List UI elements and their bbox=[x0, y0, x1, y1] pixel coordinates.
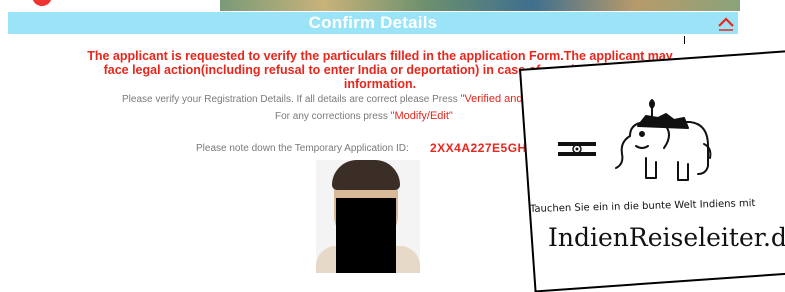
confirm-details-header: Confirm Details bbox=[8, 12, 738, 34]
applicant-photo bbox=[316, 160, 420, 273]
divider bbox=[684, 36, 685, 44]
redaction-box bbox=[336, 198, 396, 273]
chevron-up-icon[interactable] bbox=[716, 13, 736, 33]
overlay-brand: IndienReiseleiter.de bbox=[548, 223, 785, 252]
verify-instructions: Please verify your Registration Details.… bbox=[122, 93, 576, 105]
modify-edit-reference: "Modify/Edit" bbox=[390, 110, 453, 122]
corrections-instructions: For any corrections press "Modify/Edit" bbox=[275, 110, 453, 122]
page-title: Confirm Details bbox=[308, 13, 438, 32]
banner-image bbox=[220, 0, 740, 11]
eye-logo-icon bbox=[558, 142, 596, 156]
elephant-logo-icon bbox=[615, 99, 712, 181]
corrections-prefix: For any corrections press bbox=[275, 111, 388, 122]
verify-prefix: Please verify your Registration Details.… bbox=[122, 94, 458, 105]
temp-id-label: Please note down the Temporary Applicati… bbox=[196, 143, 409, 154]
